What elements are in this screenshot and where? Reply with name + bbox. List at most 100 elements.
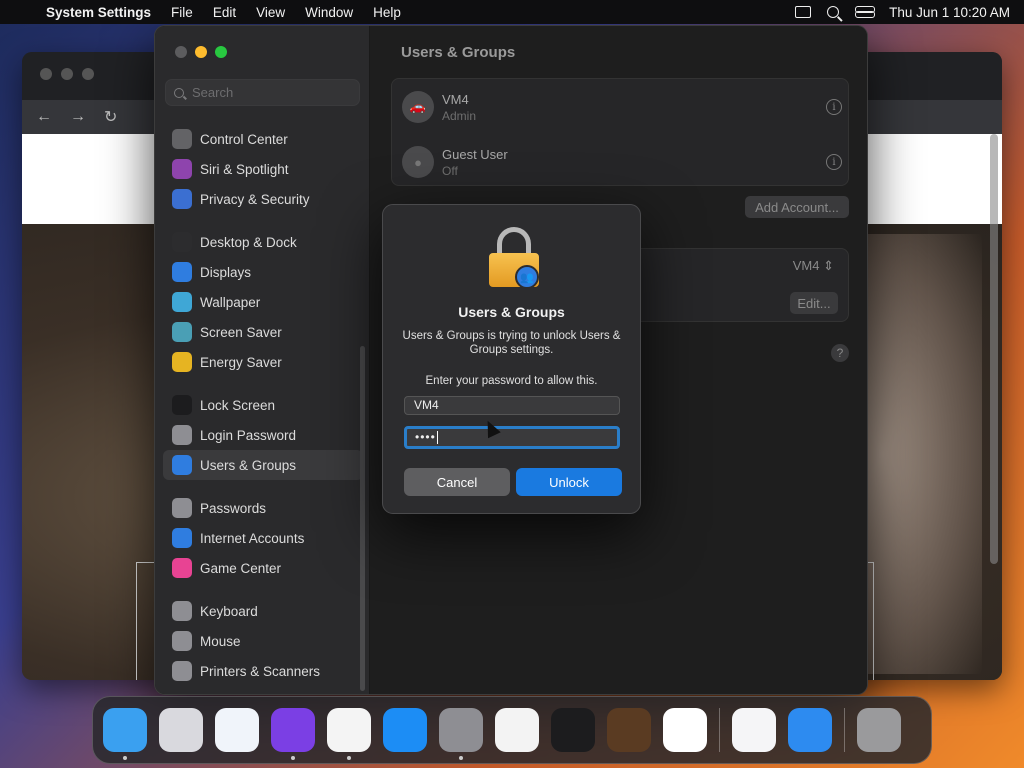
password-field[interactable]: •••• (404, 426, 620, 449)
sidebar-item-privacy-security[interactable]: Privacy & Security (163, 184, 363, 214)
menu-help[interactable]: Help (373, 5, 401, 20)
safari-icon[interactable] (215, 708, 259, 752)
sidebar-item-users-groups[interactable]: Users & Groups (163, 450, 363, 480)
sidebar-item-label: Login Password (200, 427, 297, 443)
launchpad-icon[interactable] (159, 708, 203, 752)
zoom-button[interactable] (215, 46, 227, 58)
system-settings-icon[interactable] (439, 708, 483, 760)
firefox-icon[interactable] (271, 708, 315, 760)
sidebar-item-label: Privacy & Security (200, 191, 310, 207)
garageband-icon[interactable] (607, 708, 651, 752)
authentication-dialog: 👥 Users & Groups Users & Groups is tryin… (382, 204, 641, 514)
text-caret (436, 431, 438, 445)
users-icon (172, 455, 192, 475)
chrome-icon[interactable] (327, 708, 371, 760)
info-icon[interactable]: i (826, 99, 842, 115)
add-account-button[interactable]: Add Account... (745, 196, 849, 218)
sidebar-item-label: Game Center (200, 560, 282, 576)
keyboard-icon (172, 601, 192, 621)
sidebar-item-desktop-dock[interactable]: Desktop & Dock (163, 227, 363, 257)
printer-icon (172, 661, 192, 681)
reload-icon[interactable]: ↻ (104, 107, 117, 127)
username-value: VM4 (414, 398, 439, 412)
sidebar-item-label: Lock Screen (200, 397, 276, 413)
avatar: 🚗 (402, 91, 434, 123)
back-icon[interactable]: ← (36, 108, 52, 126)
mouse-icon (172, 631, 192, 651)
textedit-icon[interactable] (495, 708, 539, 752)
user-row-vm4[interactable]: 🚗 VM4 Admin i (402, 87, 842, 127)
sidebar-item-label: Displays (200, 264, 252, 280)
menu-file[interactable]: File (171, 5, 193, 20)
control-center-icon (172, 129, 192, 149)
running-indicator (347, 756, 351, 760)
sidebar-item-game-center[interactable]: Game Center (163, 553, 363, 583)
running-indicator (291, 756, 295, 760)
dock (92, 696, 932, 764)
sidebar-item-mouse[interactable]: Mouse (163, 626, 363, 656)
sidebar-item-keyboard[interactable]: Keyboard (163, 596, 363, 626)
user-name: Guest User (442, 146, 508, 162)
user-row-guest[interactable]: ● Guest User Off i (402, 142, 842, 182)
menu-app-name[interactable]: System Settings (46, 5, 151, 20)
sidebar-item-login-password[interactable]: Login Password (163, 420, 363, 450)
sidebar-item-wallpaper[interactable]: Wallpaper (163, 287, 363, 317)
trash-icon[interactable] (857, 708, 901, 752)
menu-clock[interactable]: Thu Jun 1 10:20 AM (889, 5, 1010, 20)
menu-view[interactable]: View (256, 5, 285, 20)
help-icon[interactable]: ? (831, 344, 849, 362)
screen-mirroring-icon[interactable] (795, 6, 812, 18)
auto-login-value: VM4 (792, 258, 820, 273)
dock-separator (719, 708, 720, 752)
sidebar-item-control-center[interactable]: Control Center (163, 124, 363, 154)
sidebar-list: Control Center Siri & Spotlight Privacy & … (163, 124, 363, 686)
sidebar-item-siri-spotlight[interactable]: Siri & Spotlight (163, 154, 363, 184)
cancel-button[interactable]: Cancel (404, 468, 510, 496)
avatar: ● (402, 146, 434, 178)
menu-window[interactable]: Window (305, 5, 353, 20)
finder-icon[interactable] (103, 708, 147, 760)
forward-icon[interactable]: → (70, 108, 86, 126)
sidebar-item-label: Printers & Scanners (200, 663, 321, 679)
sidebar-item-displays[interactable]: Displays (163, 257, 363, 287)
sidebar-search[interactable]: Search (165, 79, 360, 106)
sidebar-item-lock-screen[interactable]: Lock Screen (163, 390, 363, 420)
keynote-icon[interactable] (788, 708, 832, 752)
wallpaper-icon (172, 292, 192, 312)
sidebar-item-label: Users & Groups (200, 457, 297, 473)
users-list: 🚗 VM4 Admin i ● Guest User Off i (391, 78, 849, 186)
visual-studio-icon[interactable] (732, 708, 776, 752)
minimize-button[interactable] (195, 46, 207, 58)
unlock-button[interactable]: Unlock (516, 468, 622, 496)
info-icon[interactable]: i (826, 154, 842, 170)
spotlight-search-icon[interactable] (827, 6, 840, 18)
lock-screen-icon (172, 395, 192, 415)
sidebar-item-label: Keyboard (200, 603, 258, 619)
edit-button[interactable]: Edit... (790, 292, 838, 314)
vscode-icon[interactable] (663, 708, 707, 752)
username-field[interactable]: VM4 (404, 396, 620, 415)
close-button[interactable] (175, 46, 187, 58)
terminal-icon[interactable] (551, 708, 595, 752)
screen-saver-icon (172, 322, 192, 342)
control-center-menu-icon[interactable] (855, 6, 876, 18)
sidebar-item-energy-saver[interactable]: Energy Saver (163, 347, 363, 377)
app-store-icon[interactable] (383, 708, 427, 752)
sidebar-item-label: Wallpaper (200, 294, 261, 310)
dialog-title: Users & Groups (458, 304, 565, 320)
sidebar-item-passwords[interactable]: Passwords (163, 493, 363, 523)
sidebar-item-screen-saver[interactable]: Screen Saver (163, 317, 363, 347)
at-icon (172, 528, 192, 548)
auto-login-popup[interactable]: VM4 ⇕ (793, 258, 834, 274)
sidebar-item-internet-accounts[interactable]: Internet Accounts (163, 523, 363, 553)
sidebar-scrollbar[interactable] (360, 346, 365, 691)
sidebar-item-label: Internet Accounts (200, 530, 305, 546)
sidebar-item-label: Energy Saver (200, 354, 282, 370)
browser-scrollbar[interactable] (990, 134, 998, 564)
menu-edit[interactable]: Edit (213, 5, 236, 20)
sidebar-item-printers-scanners[interactable]: Printers & Scanners (163, 656, 363, 686)
sidebar-item-label: Control Center (200, 131, 288, 147)
